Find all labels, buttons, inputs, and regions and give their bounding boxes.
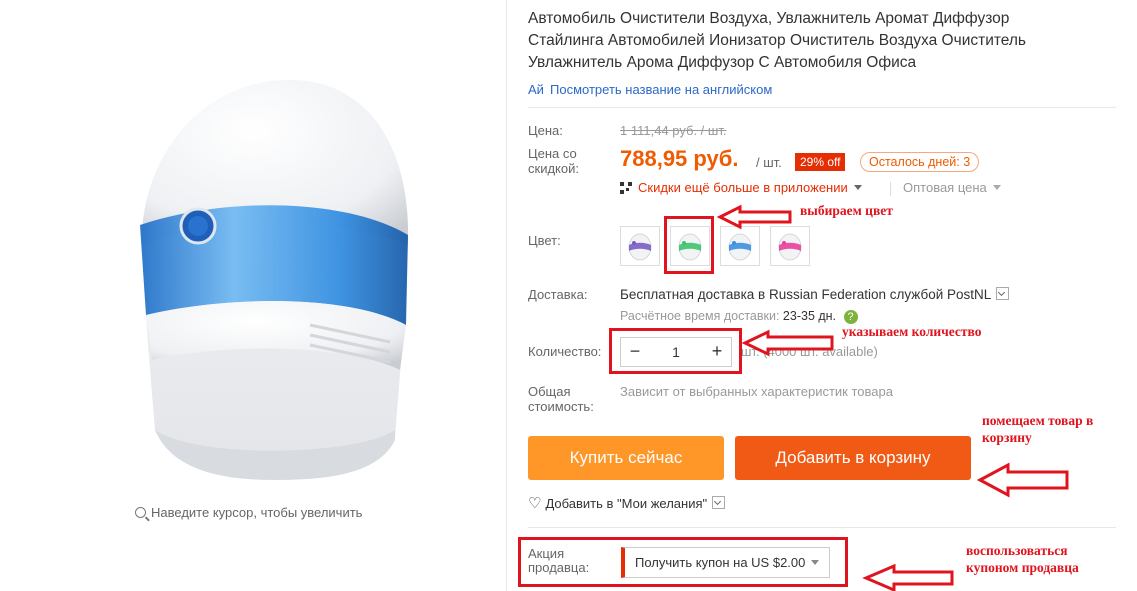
app-discount-link[interactable]: Скидки ещё больше в приложении — [620, 180, 862, 195]
arrow-coupon — [862, 563, 954, 591]
qr-code-icon — [620, 182, 632, 194]
buy-now-button[interactable]: Купить сейчас — [528, 436, 724, 480]
price-label: Цена: — [528, 123, 563, 138]
divider — [528, 527, 1116, 528]
stock-available: шт. (4000 шт. available) — [741, 344, 878, 359]
heart-icon: ♡ — [528, 495, 542, 512]
original-price: 1 111,44 руб. / шт. — [620, 123, 727, 138]
quantity-label: Количество: — [528, 344, 602, 359]
total-label: Общая стоимость: — [528, 384, 594, 414]
color-label: Цвет: — [528, 233, 561, 248]
magnifier-icon — [135, 507, 146, 518]
arrow-color — [716, 204, 792, 230]
wishlist-dropdown-toggle[interactable] — [712, 496, 726, 509]
chevron-down-icon — [992, 185, 1001, 190]
chevron-down-icon — [853, 185, 862, 190]
swatch-thumbnail — [778, 233, 802, 261]
days-left-badge: Осталось дней: 3 — [860, 152, 980, 172]
column-divider — [506, 0, 507, 591]
arrow-cart — [976, 462, 1069, 498]
translate-link[interactable]: Aй Посмотреть название на английском — [528, 82, 772, 97]
translate-icon: Aй — [528, 82, 544, 97]
zoom-hint: Наведите курсор, чтобы увеличить — [135, 505, 362, 520]
wholesale-price-link[interactable]: Оптовая цена — [903, 180, 1001, 195]
current-price: 788,95 руб. — [620, 146, 739, 171]
product-image[interactable] — [110, 70, 440, 490]
color-option-blue[interactable] — [720, 226, 760, 266]
discount-badge: 29% off — [795, 153, 846, 171]
color-option-pink[interactable] — [770, 226, 810, 266]
delivery-estimate: Расчётное время доставки: 23-35 дн. ? — [620, 309, 858, 324]
annotation-coupon: воспользоваться купоном продавца — [966, 543, 1079, 575]
color-option-purple[interactable] — [620, 226, 660, 266]
product-title: Автомобиль Очистители Воздуха, Увлажните… — [528, 10, 1027, 71]
wishlist-link[interactable]: ♡ Добавить в "Мои желания" — [528, 494, 726, 512]
coupon-highlight-box — [518, 537, 848, 587]
per-unit: / шт. — [756, 155, 782, 170]
color-highlight-box — [664, 216, 714, 274]
discount-price-label: Цена со скидкой: — [528, 146, 579, 176]
swatch-thumbnail — [628, 233, 652, 261]
total-price-note: Зависит от выбранных характеристик товар… — [620, 384, 893, 399]
divider — [890, 182, 891, 196]
annotation-quantity: указываем количество — [842, 324, 982, 339]
shipping-dropdown-toggle[interactable] — [996, 287, 1010, 300]
annotation-color: выбираем цвет — [800, 203, 893, 218]
add-to-cart-button[interactable]: Добавить в корзину — [735, 436, 971, 480]
shipping-info: Бесплатная доставка в Russian Federation… — [620, 287, 1010, 302]
shipping-label: Доставка: — [528, 287, 588, 302]
help-icon[interactable]: ? — [843, 310, 858, 324]
divider — [528, 107, 1116, 108]
annotation-cart: помещаем товар в корзину — [982, 413, 1094, 445]
swatch-thumbnail — [728, 233, 752, 261]
quantity-highlight-box — [609, 328, 742, 374]
